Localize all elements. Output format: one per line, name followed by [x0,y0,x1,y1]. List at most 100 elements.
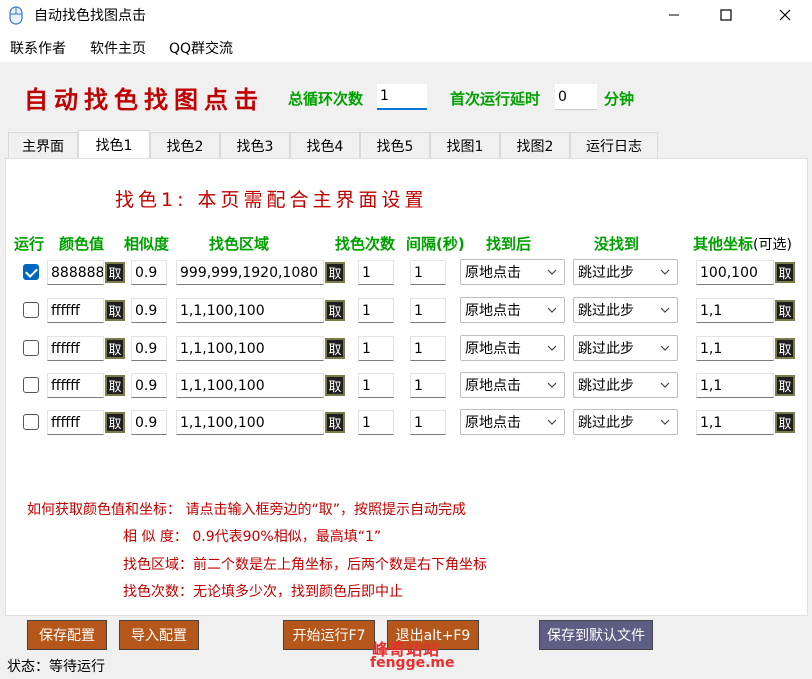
interval-input[interactable]: 1 [410,260,446,285]
start-button[interactable]: 开始运行F7 [283,620,375,650]
column-found: 找到后 [486,235,532,253]
chevron-down-icon [660,382,670,388]
first-delay-input[interactable] [555,84,597,110]
chevron-down-icon [547,307,557,313]
found-action-select[interactable]: 原地点击 [460,335,565,361]
run-checkbox[interactable] [23,340,39,356]
tab-color-3[interactable]: 找色3 [220,132,290,158]
notfound-action-select[interactable]: 跳过此步 [573,297,678,323]
similarity-input[interactable]: 0.9 [131,260,167,285]
found-action-select[interactable]: 原地点击 [460,297,565,323]
minimize-icon [669,14,679,16]
pick-region-button[interactable]: 取 [325,300,345,321]
region-input[interactable]: 1,1,100,100 [176,410,324,435]
minimize-button[interactable] [651,0,697,30]
run-checkbox[interactable] [23,377,39,393]
similarity-input[interactable]: 0.9 [131,336,167,361]
times-input[interactable]: 1 [358,260,394,285]
notfound-action-select[interactable]: 跳过此步 [573,409,678,435]
tab-run-log[interactable]: 运行日志 [570,132,658,158]
tab-image-1[interactable]: 找图1 [430,132,500,158]
color-value-input[interactable]: ffffff [47,336,104,361]
pick-region-button[interactable]: 取 [325,412,345,433]
tab-color-5[interactable]: 找色5 [360,132,430,158]
import-config-button[interactable]: 导入配置 [119,620,199,650]
save-config-button[interactable]: 保存配置 [27,620,107,650]
menu-contact-author[interactable]: 联系作者 [10,38,66,58]
pick-region-button[interactable]: 取 [325,338,345,359]
similarity-input[interactable]: 0.9 [131,410,167,435]
pick-color-button[interactable]: 取 [105,375,125,396]
run-checkbox[interactable] [23,302,39,318]
pick-coord-button[interactable]: 取 [775,262,795,283]
help-line-3: 找色区域：前二个数是左上角坐标，后两个数是右下角坐标 [123,557,487,573]
menu-software-home[interactable]: 软件主页 [90,38,146,58]
close-button[interactable] [762,0,808,30]
color-value-input[interactable]: 888888 [47,260,104,285]
found-action-select[interactable]: 原地点击 [460,259,565,285]
other-coord-input[interactable]: 1,1 [696,410,774,435]
tab-main[interactable]: 主界面 [8,132,78,158]
pick-region-button[interactable]: 取 [325,375,345,396]
pick-coord-button[interactable]: 取 [775,338,795,359]
pick-coord-button[interactable]: 取 [775,300,795,321]
color-1-panel: 找色1: 本页需配合主界面设置 运行 颜色值 相似度 找色区域 找色次数 间隔(… [5,158,808,616]
interval-input[interactable]: 1 [410,298,446,323]
similarity-input[interactable]: 0.9 [131,298,167,323]
tab-image-2[interactable]: 找图2 [500,132,570,158]
column-times: 找色次数 [335,235,396,253]
tab-color-4[interactable]: 找色4 [290,132,360,158]
notfound-action-value: 跳过此步 [578,378,634,394]
chevron-down-icon [547,269,557,275]
table-row: ffffff 取 0.9 1,1,100,100 取 1 1 原地点击 跳过此步 1,1 取 [6,372,809,402]
pick-color-button[interactable]: 取 [105,262,125,283]
save-default-button[interactable]: 保存到默认文件 [539,620,653,650]
notfound-action-value: 跳过此步 [578,341,634,357]
color-value-input[interactable]: ffffff [47,410,104,435]
pick-region-button[interactable]: 取 [325,262,345,283]
notfound-action-select[interactable]: 跳过此步 [573,372,678,398]
pick-color-button[interactable]: 取 [105,412,125,433]
other-coord-input[interactable]: 1,1 [696,373,774,398]
times-input[interactable]: 1 [358,410,394,435]
times-input[interactable]: 1 [358,298,394,323]
column-interval: 间隔(秒) [406,235,465,253]
column-color: 颜色值 [59,235,105,253]
menu-qq-group[interactable]: QQ群交流 [169,38,233,58]
pick-color-button[interactable]: 取 [105,300,125,321]
region-input[interactable]: 1,1,100,100 [176,336,324,361]
column-notfound: 没找到 [594,235,640,253]
status-text: 状态：等待运行 [7,659,105,675]
interval-input[interactable]: 1 [410,373,446,398]
region-input[interactable]: 999,999,1920,1080 [176,260,324,285]
mouse-icon [9,6,23,25]
color-value-input[interactable]: ffffff [47,298,104,323]
region-input[interactable]: 1,1,100,100 [176,298,324,323]
found-action-select[interactable]: 原地点击 [460,372,565,398]
times-input[interactable]: 1 [358,336,394,361]
interval-input[interactable]: 1 [410,410,446,435]
header: 自动找色找图点击 总循环次数 首次运行延时 分钟 [0,62,812,130]
notfound-action-select[interactable]: 跳过此步 [573,259,678,285]
similarity-input[interactable]: 0.9 [131,373,167,398]
other-coord-input[interactable]: 1,1 [696,298,774,323]
color-value-input[interactable]: ffffff [47,373,104,398]
times-input[interactable]: 1 [358,373,394,398]
region-input[interactable]: 1,1,100,100 [176,373,324,398]
tab-color-1[interactable]: 找色1 [78,130,150,158]
pick-color-button[interactable]: 取 [105,338,125,359]
run-checkbox[interactable] [23,414,39,430]
first-delay-label: 首次运行延时 [450,90,541,108]
loop-count-input[interactable] [377,84,427,110]
other-coord-input[interactable]: 1,1 [696,336,774,361]
pick-coord-button[interactable]: 取 [775,412,795,433]
tab-color-2[interactable]: 找色2 [150,132,220,158]
notfound-action-select[interactable]: 跳过此步 [573,335,678,361]
interval-input[interactable]: 1 [410,336,446,361]
found-action-select[interactable]: 原地点击 [460,409,565,435]
maximize-button[interactable] [703,0,749,30]
other-coord-input[interactable]: 100,100 [696,260,774,285]
run-checkbox[interactable] [23,264,39,280]
close-icon [779,9,791,21]
pick-coord-button[interactable]: 取 [775,375,795,396]
